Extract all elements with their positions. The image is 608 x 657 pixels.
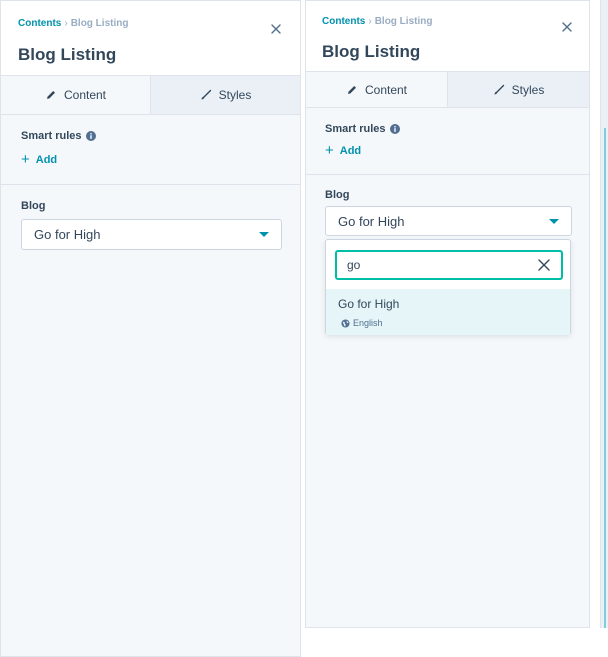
- section-divider: [1, 184, 300, 185]
- blog-dropdown-menu: go Go for High English: [325, 239, 571, 335]
- chevron-down-icon: [549, 218, 559, 224]
- tab-styles[interactable]: Styles: [447, 72, 589, 107]
- right-panel: Contents › Blog Listing Blog Listing Conte…: [305, 0, 590, 628]
- blog-select[interactable]: Go for High: [21, 219, 282, 250]
- blog-select[interactable]: Go for High: [325, 206, 572, 236]
- tab-styles-label: Styles: [511, 82, 545, 97]
- tab-content[interactable]: Content: [1, 76, 150, 114]
- add-smart-rule-label: Add: [339, 144, 362, 157]
- globe-icon: [341, 318, 350, 328]
- info-icon[interactable]: [389, 124, 400, 134]
- blog-select-value: Go for High: [338, 213, 405, 229]
- option-language: English: [341, 318, 383, 328]
- smart-rules-label: Smart rules: [21, 130, 96, 142]
- plus-icon: +: [21, 151, 30, 168]
- close-icon: [562, 22, 572, 32]
- chevron-down-icon: [259, 232, 269, 237]
- add-smart-rule-button[interactable]: + Add: [21, 152, 57, 167]
- tab-styles[interactable]: Styles: [150, 76, 300, 114]
- info-icon[interactable]: [85, 131, 96, 141]
- close-button[interactable]: [268, 21, 284, 37]
- blog-search-value: go: [347, 258, 361, 272]
- preview-edge: [604, 128, 606, 628]
- left-panel: Contents › Blog Listing Blog Listing Conte…: [0, 0, 301, 657]
- breadcrumb: Contents › Blog Listing: [18, 18, 128, 29]
- smart-rules-text: Smart rules: [325, 123, 386, 135]
- blog-select-value: Go for High: [34, 227, 101, 242]
- add-smart-rule-label: Add: [35, 153, 58, 166]
- tab-bar: Content Styles: [1, 76, 300, 115]
- breadcrumb-current: Blog Listing: [374, 16, 433, 27]
- tab-content-label: Content: [364, 82, 408, 97]
- breadcrumb-contents-link[interactable]: Contents: [322, 16, 365, 27]
- brush-icon: [494, 84, 504, 94]
- breadcrumb-contents-link[interactable]: Contents: [18, 18, 61, 29]
- blog-label: Blog: [325, 189, 350, 201]
- breadcrumb: Contents › Blog Listing: [322, 16, 432, 27]
- pencil-icon: [46, 91, 55, 99]
- panel-header: Contents › Blog Listing Blog Listing: [1, 1, 300, 76]
- blog-label: Blog: [21, 200, 46, 212]
- tab-content[interactable]: Content: [306, 72, 447, 107]
- tab-bar: Content Styles: [306, 72, 589, 108]
- clear-icon[interactable]: [537, 258, 551, 272]
- smart-rules-label: Smart rules: [325, 123, 400, 135]
- breadcrumb-separator: ›: [368, 16, 372, 27]
- panel-header: Contents › Blog Listing Blog Listing: [306, 1, 589, 72]
- option-label: Go for High: [338, 297, 400, 311]
- option-language-label: English: [353, 318, 383, 328]
- tab-styles-label: Styles: [218, 88, 252, 102]
- section-divider: [306, 174, 589, 175]
- breadcrumb-separator: ›: [64, 18, 68, 29]
- breadcrumb-current: Blog Listing: [70, 18, 129, 29]
- close-button[interactable]: [559, 19, 575, 35]
- tab-content-label: Content: [63, 88, 107, 102]
- dropdown-option[interactable]: Go for High English: [326, 289, 570, 335]
- panel-title: Blog Listing: [18, 45, 117, 64]
- smart-rules-text: Smart rules: [21, 130, 82, 142]
- pencil-icon: [347, 85, 356, 94]
- plus-icon: +: [325, 142, 334, 159]
- panel-title: Blog Listing: [322, 42, 421, 61]
- brush-icon: [201, 89, 211, 100]
- blog-search-input[interactable]: go: [335, 250, 563, 280]
- add-smart-rule-button[interactable]: + Add: [325, 143, 361, 158]
- close-icon: [271, 24, 281, 34]
